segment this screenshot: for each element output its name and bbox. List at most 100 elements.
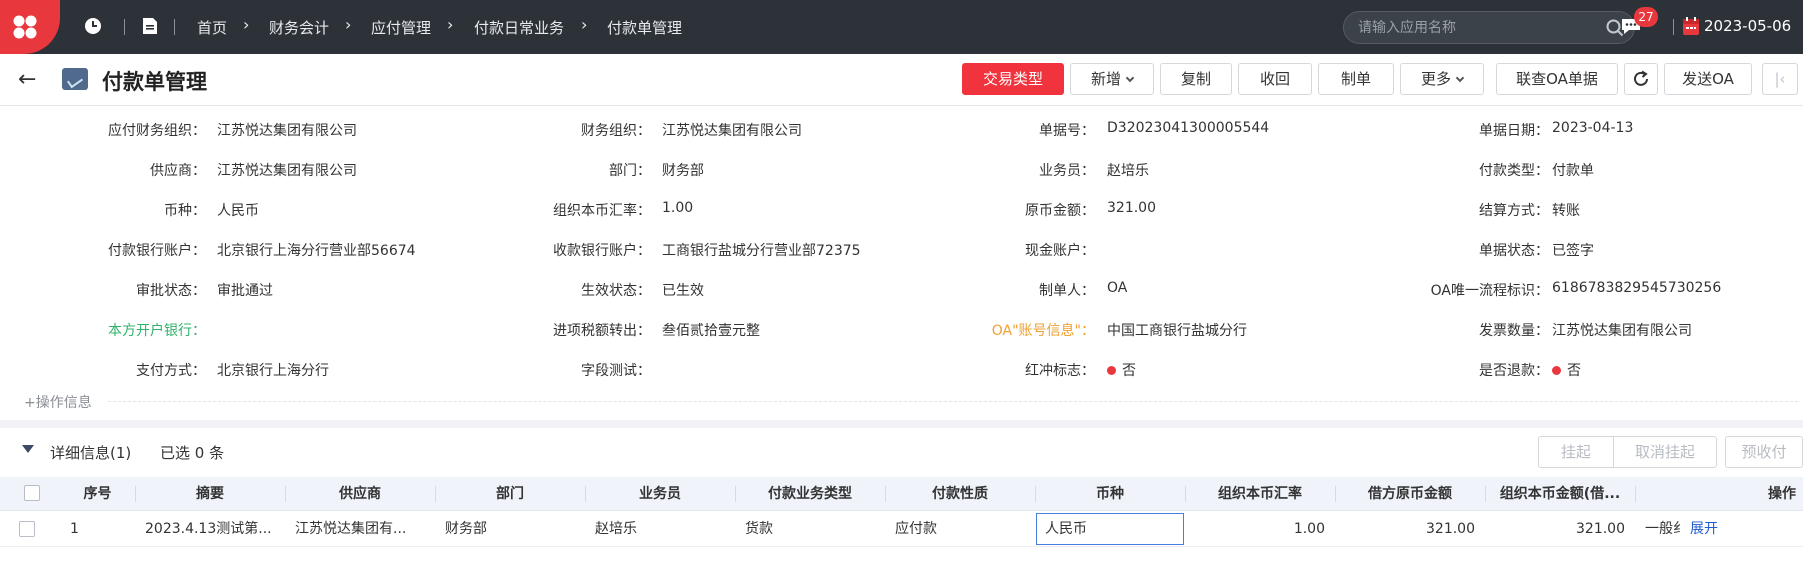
cell-biz-type[interactable]: 货款 — [745, 511, 880, 547]
copy-button[interactable]: 复制 — [1160, 63, 1232, 95]
withdraw-button[interactable]: 收回 — [1238, 63, 1312, 95]
suspend-button[interactable]: 挂起 — [1538, 436, 1614, 468]
column-header-salesman[interactable]: 业务员 — [585, 477, 735, 511]
label-doc-date: 单据日期： — [1479, 123, 1549, 139]
breadcrumb-payable[interactable]: 应付管理 — [371, 17, 431, 38]
value-finance-org: 江苏悦达集团有限公司 — [662, 123, 802, 139]
calendar-icon[interactable] — [1682, 16, 1700, 40]
logo-flower-icon — [13, 15, 37, 39]
value-approval-status: 审批通过 — [217, 283, 273, 299]
value-effective-status: 已生效 — [662, 283, 704, 299]
column-header-no[interactable]: 序号 — [60, 477, 135, 511]
page-header: ← 付款单管理 交易类型 新增 复制 收回 制单 更多 联查OA单据 发送OA … — [0, 54, 1803, 106]
value-input-tax-transfer: 叁佰贰拾壹元整 — [662, 323, 760, 339]
red-flag-text: 否 — [1122, 363, 1136, 379]
breadcrumb-home[interactable]: 首页 — [197, 17, 227, 38]
label-cash-account: 现金账户： — [1025, 243, 1095, 259]
table-row[interactable]: 1 2023.4.13测试第... 江苏悦达集团有... 财务部 赵培乐 货款 … — [0, 511, 1803, 547]
value-payable-org: 江苏悦达集团有限公司 — [217, 123, 357, 139]
label-red-flag: 红冲标志： — [1025, 363, 1095, 379]
value-doc-date: 2023-04-13 — [1552, 120, 1634, 136]
cell-org-amount[interactable]: 321.00 — [1490, 511, 1625, 547]
cell-rate[interactable]: 1.00 — [1190, 511, 1325, 547]
app-logo[interactable] — [0, 0, 60, 54]
chevron-right-icon: › — [447, 15, 454, 34]
detail-section-header: 详细信息(1) 已选 0 条 挂起 取消挂起 预收付 — [0, 428, 1803, 476]
make-document-button[interactable]: 制单 — [1318, 63, 1394, 95]
value-currency: 人民币 — [217, 203, 259, 219]
operation-info-toggle[interactable]: +操作信息 — [24, 392, 92, 412]
current-date: 2023-05-06 — [1704, 17, 1792, 35]
oa-query-button[interactable]: 联查OA单据 — [1496, 63, 1618, 95]
label-invoice-count: 发票数量： — [1479, 323, 1549, 339]
label-finance-org: 财务组织： — [581, 123, 651, 139]
label-creator: 制单人： — [1039, 283, 1095, 299]
label-supplier: 供应商： — [150, 163, 206, 179]
is-refund-text: 否 — [1567, 363, 1581, 379]
value-exchange-rate: 1.00 — [662, 200, 694, 216]
prepay-button[interactable]: 预收付 — [1725, 436, 1803, 468]
value-pay-method: 北京银行上海分行 — [217, 363, 329, 379]
clock-icon[interactable] — [84, 17, 102, 39]
label-pay-method: 支付方式： — [136, 363, 206, 379]
value-red-flag: 否 — [1107, 360, 1136, 380]
cell-supplier[interactable]: 江苏悦达集团有... — [295, 511, 430, 547]
value-invoice-count: 江苏悦达集团有限公司 — [1552, 323, 1692, 339]
label-exchange-rate: 组织本币汇率： — [553, 203, 651, 219]
column-header-biz-type[interactable]: 付款业务类型 — [735, 477, 885, 511]
send-oa-button[interactable]: 发送OA — [1664, 63, 1752, 95]
divider — [174, 19, 175, 35]
value-settlement-method: 转账 — [1552, 203, 1580, 219]
detail-table-header: 序号 摘要 供应商 部门 业务员 付款业务类型 付款性质 币种 组织本币汇率 借… — [0, 477, 1803, 511]
cell-salesman[interactable]: 赵培乐 — [595, 511, 730, 547]
search-input[interactable] — [1358, 18, 1588, 38]
cell-extra: 一般纟 — [1645, 521, 1687, 537]
back-arrow-icon[interactable]: ← — [18, 67, 36, 92]
app-search-box[interactable] — [1343, 11, 1635, 44]
expand-link[interactable]: 展开 — [1690, 511, 1730, 547]
refresh-button[interactable] — [1624, 63, 1658, 95]
column-header-debit-amount[interactable]: 借方原币金额 — [1335, 477, 1485, 511]
column-header-summary[interactable]: 摘要 — [135, 477, 285, 511]
label-oa-flow-id: OA唯一流程标识： — [1430, 283, 1549, 299]
cancel-suspend-button[interactable]: 取消挂起 — [1613, 436, 1717, 468]
value-creator: OA — [1107, 280, 1128, 296]
cell-currency-input[interactable]: 人民币 — [1036, 513, 1184, 545]
collapse-triangle-icon[interactable] — [22, 445, 34, 453]
column-header-dept[interactable]: 部门 — [435, 477, 585, 511]
document-icon[interactable] — [142, 17, 158, 39]
payment-doc-icon — [62, 68, 88, 90]
column-header-rate[interactable]: 组织本币汇率 — [1185, 477, 1335, 511]
column-header-org-amount[interactable]: 组织本币金额(借... — [1485, 477, 1635, 511]
select-all-checkbox[interactable] — [24, 485, 40, 501]
more-dropdown-button[interactable]: 更多 — [1400, 63, 1484, 95]
trade-type-button[interactable]: 交易类型 — [962, 63, 1064, 95]
breadcrumb-finance[interactable]: 财务会计 — [269, 17, 329, 38]
column-header-nature[interactable]: 付款性质 — [885, 477, 1035, 511]
divider — [124, 19, 125, 35]
breadcrumb-current[interactable]: 付款单管理 — [607, 17, 682, 38]
breadcrumb-daily-payment[interactable]: 付款日常业务 — [474, 17, 564, 38]
chevron-right-icon: › — [243, 15, 250, 34]
value-is-refund: 否 — [1552, 360, 1581, 380]
value-supplier: 江苏悦达集团有限公司 — [217, 163, 357, 179]
cell-dept[interactable]: 财务部 — [445, 511, 580, 547]
first-page-button[interactable]: |‹ — [1762, 63, 1798, 95]
cell-debit-amount[interactable]: 321.00 — [1340, 511, 1475, 547]
label-effective-status: 生效状态： — [581, 283, 651, 299]
chevron-right-icon: › — [581, 15, 588, 34]
dashed-divider — [108, 401, 1798, 402]
cell-summary[interactable]: 2023.4.13测试第... — [145, 511, 280, 547]
column-header-currency[interactable]: 币种 — [1035, 477, 1185, 511]
label-original-amount: 原币金额： — [1025, 203, 1095, 219]
top-navigation-bar: 首页 › 财务会计 › 应付管理 › 付款日常业务 › 付款单管理 27 202… — [0, 0, 1803, 54]
refresh-icon — [1634, 70, 1648, 86]
row-checkbox[interactable] — [19, 521, 35, 537]
value-original-amount: 321.00 — [1107, 200, 1156, 216]
cell-nature[interactable]: 应付款 — [895, 511, 1030, 547]
column-header-supplier[interactable]: 供应商 — [285, 477, 435, 511]
label-is-refund: 是否退款： — [1479, 363, 1549, 379]
add-dropdown-button[interactable]: 新增 — [1070, 63, 1154, 95]
label-currency: 币种： — [164, 203, 206, 219]
first-page-icon: |‹ — [1774, 70, 1786, 88]
